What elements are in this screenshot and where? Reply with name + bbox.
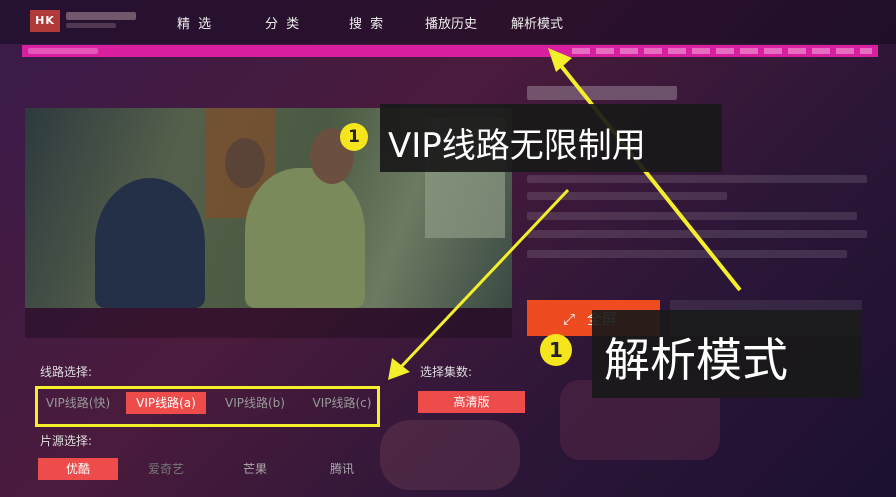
parse-mode-callout-text: 解析模式: [604, 333, 788, 387]
vip-callout: VIP线路无限制用: [380, 104, 722, 172]
arrow-to-parse-mode: [556, 60, 742, 292]
callout-number-badge: 1: [340, 123, 368, 151]
vip-callout-text: VIP线路无限制用: [388, 126, 646, 166]
parse-mode-callout: 解析模式: [592, 310, 862, 398]
annotation-arrows: [388, 48, 742, 380]
callout-number-badge: 1: [540, 334, 572, 366]
arrow-head-parse-mode: [548, 48, 572, 72]
